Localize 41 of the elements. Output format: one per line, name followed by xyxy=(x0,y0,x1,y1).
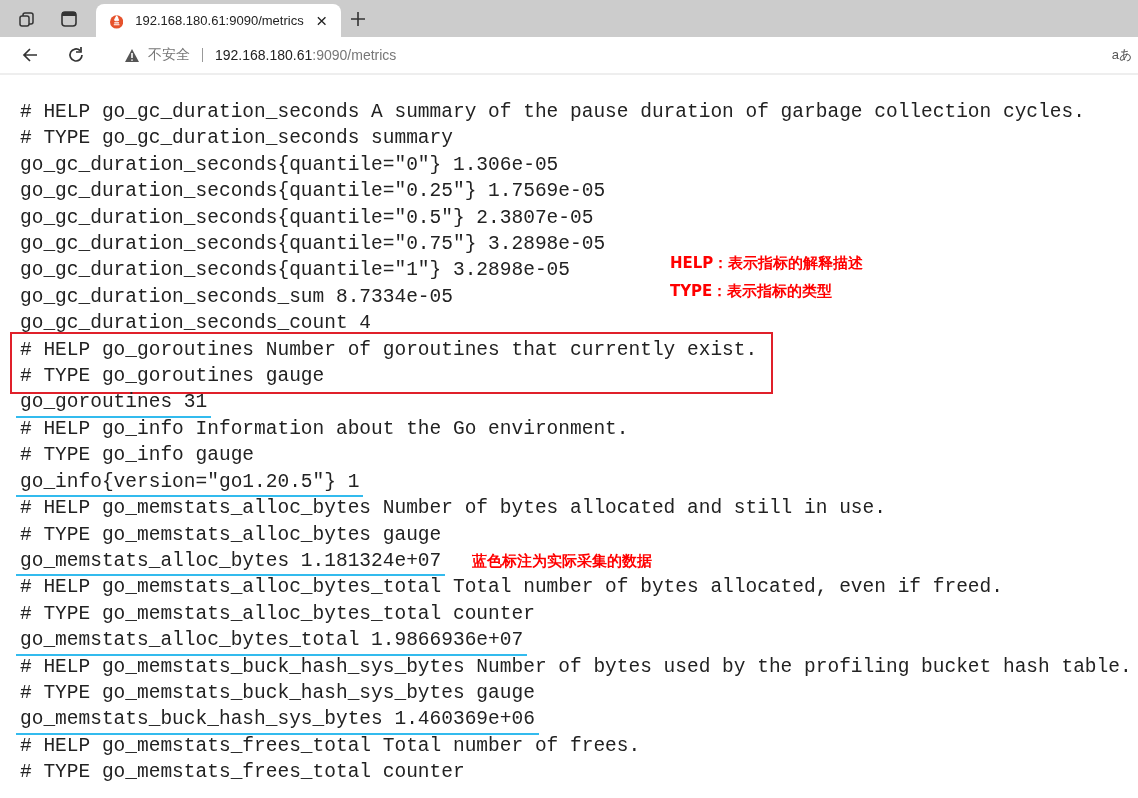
address-field[interactable]: 不安全 192.168.180.61:9090/metrics xyxy=(108,41,1042,69)
code-line: # HELP go_memstats_alloc_bytes_total Total number of bytes allocated, even if freed. xyxy=(20,575,1003,601)
code-line: # HELP go_memstats_buck_hash_sys_bytes Number of bytes used by the profiling bucket hash table. xyxy=(20,654,1132,680)
code-line: # TYPE go_info gauge xyxy=(20,443,255,469)
code-line: go_memstats_alloc_bytes_total 1.9866936e+07 xyxy=(16,627,528,656)
security-label: 不安全 xyxy=(148,46,190,64)
code-line: go_gc_duration_seconds_count 4 xyxy=(20,311,372,337)
code-line: go_gc_duration_seconds{quantile="1"} 3.2898e-05 xyxy=(20,258,570,284)
code-line: # TYPE go_memstats_buck_hash_sys_bytes gauge xyxy=(20,680,535,706)
annotation-text: HELP：表示指标的解释描述 xyxy=(670,253,864,274)
code-line: # TYPE go_memstats_frees_total counter xyxy=(20,760,465,786)
code-line: # HELP go_memstats_alloc_bytes Number of bytes allocated and still in use. xyxy=(20,496,886,522)
browser-tab[interactable]: 192.168.180.61:9090/metrics xyxy=(96,4,341,37)
tab-actions-icon[interactable] xyxy=(60,10,78,28)
new-tab-icon[interactable] xyxy=(349,10,367,28)
code-line: go_gc_duration_seconds_sum 8.7334e-05 xyxy=(20,284,453,310)
warning-icon xyxy=(124,47,140,63)
code-line: go_gc_duration_seconds{quantile="0.5"} 2.3807e-05 xyxy=(20,205,594,231)
code-line: # TYPE go_memstats_alloc_bytes gauge xyxy=(20,522,442,548)
annotation-text: TYPE：表示指标的类型 xyxy=(670,281,834,302)
code-line: go_gc_duration_seconds{quantile="0.75"} 3.2898e-05 xyxy=(20,232,606,258)
code-line: # HELP go_goroutines Number of goroutines that currently exist. xyxy=(20,337,758,363)
close-icon[interactable] xyxy=(315,14,327,27)
code-line: go_gc_duration_seconds{quantile="0"} 1.306e-05 xyxy=(20,152,559,178)
workspaces-icon[interactable] xyxy=(18,10,36,28)
code-line: # TYPE go_goroutines gauge xyxy=(20,364,325,390)
annotation-text: 蓝色标注为实际采集的数据 xyxy=(472,551,652,572)
code-line: go_memstats_alloc_bytes 1.181324e+07 xyxy=(16,547,446,577)
code-line: go_info{version="go1.20.5"} 1 xyxy=(16,468,364,498)
code-line: # TYPE go_gc_duration_seconds summary xyxy=(20,126,453,152)
code-line: # HELP go_info Information about the Go environment. xyxy=(20,416,629,442)
url-text: 192.168.180.61:9090/metrics xyxy=(215,47,397,63)
code-line: go_gc_duration_seconds{quantile="0.25"} 1.7569e-05 xyxy=(20,179,606,205)
code-line: # TYPE go_memstats_alloc_bytes_total counter xyxy=(20,601,535,627)
code-line: go_memstats_buck_hash_sys_bytes 1.460369e+06 xyxy=(16,706,539,735)
code-line: # HELP go_gc_duration_seconds A summary of the pause duration of garbage collection cycles. xyxy=(20,100,1085,125)
flame-icon xyxy=(110,12,124,29)
code-line: go_goroutines 31 xyxy=(16,389,212,418)
reader-mode-label[interactable]: aあ xyxy=(1111,46,1132,64)
reload-icon[interactable] xyxy=(66,45,86,65)
code-line: # HELP go_memstats_frees_total Total number of frees. xyxy=(20,733,641,759)
